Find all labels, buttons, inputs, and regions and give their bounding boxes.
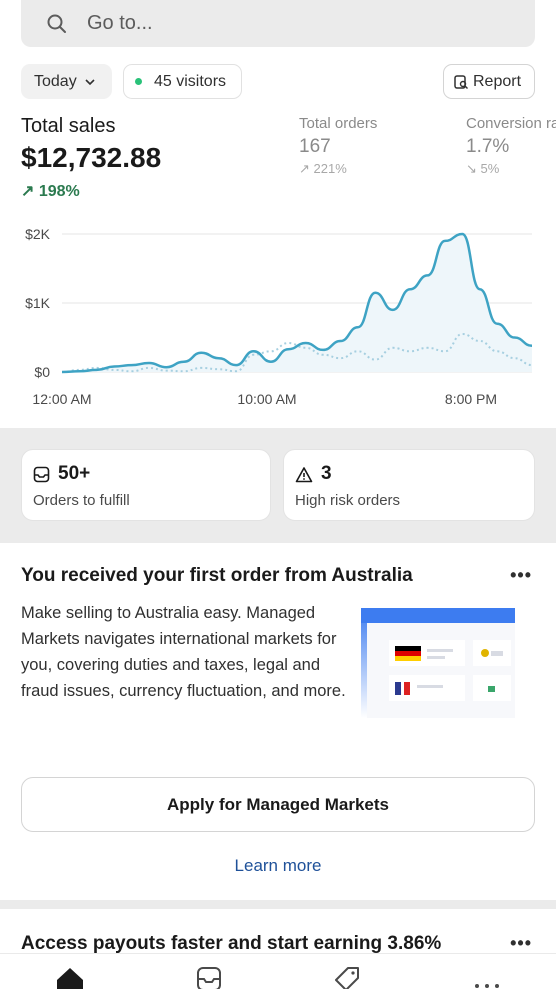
total-orders-delta: ↗ 221% [299, 161, 347, 176]
managed-markets-illustration [361, 608, 515, 718]
x-tick-label: 8:00 PM [445, 391, 497, 407]
task-label: Orders to fulfill [33, 492, 130, 509]
report-label: Report [473, 72, 522, 90]
promo2-title: Access payouts faster and start earning … [21, 933, 442, 954]
high-risk-orders-card[interactable]: 3 High risk orders [283, 449, 535, 521]
conversion-label: Conversion rate [466, 115, 556, 132]
visitors-label: 45 visitors [154, 72, 227, 90]
conversion-value: 1.7% [466, 136, 510, 157]
promo-title: You received your first order from Austr… [21, 565, 413, 586]
search-placeholder: Go to... [87, 12, 153, 34]
chevron-down-icon [85, 78, 95, 85]
products-icon[interactable] [333, 966, 361, 989]
bottom-tab-bar [0, 953, 556, 989]
more-options-button[interactable]: ••• [510, 565, 532, 586]
search-icon [47, 14, 66, 33]
dashboard-summary: Go to... Today 45 visitors Report Total … [0, 0, 556, 428]
total-sales-value: $12,732.88 [21, 142, 162, 173]
report-button[interactable]: Report [443, 64, 535, 99]
report-icon [454, 74, 468, 89]
search-bar[interactable]: Go to... [21, 0, 535, 47]
total-sales-delta: ↗ 198% [21, 183, 80, 200]
live-visitors-button[interactable]: 45 visitors [123, 64, 242, 99]
managed-markets-card: You received your first order from Austr… [0, 543, 556, 900]
date-range-button[interactable]: Today [21, 64, 112, 99]
x-tick-label: 10:00 AM [237, 391, 296, 407]
arrow-down-right-icon: ↘ [466, 161, 477, 176]
home-icon[interactable] [55, 966, 85, 989]
live-dot-icon [135, 78, 142, 85]
more-icon[interactable] [472, 966, 502, 989]
orders-icon[interactable] [195, 966, 223, 989]
task-count: 3 [295, 462, 534, 486]
y-tick-label: $0 [34, 364, 50, 380]
promo-body: Make selling to Australia easy. Managed … [21, 604, 346, 700]
y-tick-label: $2K [25, 226, 51, 242]
task-label: High risk orders [295, 492, 401, 509]
conversion-delta: ↘ 5% [466, 161, 500, 176]
task-count: 50+ [33, 462, 270, 486]
more-options-button[interactable]: ••• [510, 933, 532, 954]
date-range-label: Today [34, 72, 77, 90]
total-orders-value: 167 [299, 136, 331, 157]
y-tick-label: $1K [25, 295, 51, 311]
orders-to-fulfill-card[interactable]: 50+ Orders to fulfill [21, 449, 271, 521]
learn-more-link[interactable]: Learn more [0, 856, 556, 876]
arrow-up-right-icon: ↗ [299, 161, 310, 176]
sales-line-chart: $0 $1K $2K 12:00 AM 10:00 AM 8:00 PM [25, 226, 533, 407]
apply-managed-markets-button[interactable]: Apply for Managed Markets [21, 777, 535, 832]
order-box-icon [33, 466, 50, 482]
warning-icon [295, 466, 313, 482]
x-tick-label: 12:00 AM [32, 391, 91, 407]
arrow-up-right-icon: ↗ [21, 183, 35, 200]
total-sales-label: Total sales [21, 115, 116, 137]
total-orders-label: Total orders [299, 115, 378, 132]
